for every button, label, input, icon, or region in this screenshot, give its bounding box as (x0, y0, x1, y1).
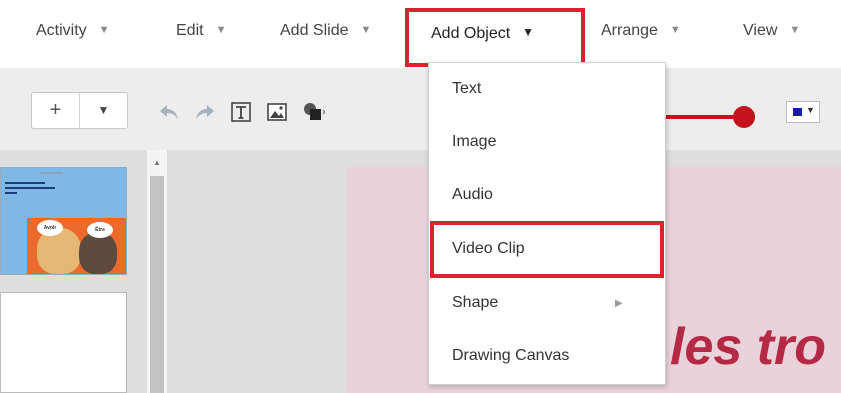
scrollbar-thumb[interactable] (150, 176, 164, 393)
menu-add-object-label: Add Object (431, 25, 511, 42)
chevron-down-icon: ▼ (669, 24, 681, 36)
chevron-down-icon: ▼ (360, 24, 372, 36)
color-swatch (793, 108, 802, 116)
menu-add-slide[interactable]: Add Slide ▼ (280, 22, 371, 46)
redo-icon[interactable] (193, 100, 217, 124)
shape-icon[interactable] (301, 100, 325, 124)
dropdown-item-drawing-canvas[interactable]: Drawing Canvas (429, 330, 665, 383)
menu-activity[interactable]: Activity ▼ (36, 22, 110, 46)
thumbnail-text-line (5, 182, 45, 184)
dropdown-item-audio[interactable]: Audio (429, 169, 665, 222)
dropdown-item-image[interactable]: Image (429, 116, 665, 169)
chevron-down-icon: ▼ (806, 105, 815, 115)
slide-title-text[interactable]: les tro (670, 317, 826, 377)
undo-icon[interactable] (157, 100, 181, 124)
stroke-width-slider-handle[interactable] (733, 106, 755, 128)
submenu-arrow-icon: ▶ (615, 298, 623, 309)
thumbnail-title-scribble: ~~~~~~~~ (39, 171, 63, 177)
add-button[interactable]: + (32, 93, 80, 128)
thumbnail-text-line (5, 187, 55, 189)
speech-bubble-left: Avoir (37, 220, 63, 236)
dropdown-item-label: Text (452, 80, 482, 97)
dropdown-item-text[interactable]: Text (429, 63, 665, 116)
chevron-down-icon: ▼ (215, 24, 227, 36)
cat-image (79, 232, 117, 274)
workspace: ~~~~~~~~ Avoir Être ▲ les tro (0, 150, 841, 393)
dropdown-item-label: Drawing Canvas (452, 347, 570, 364)
chevron-down-icon: ▼ (98, 24, 110, 36)
image-icon[interactable] (265, 100, 289, 124)
speech-bubble-right: Être (87, 222, 113, 238)
menu-add-slide-label: Add Slide (280, 22, 349, 39)
menu-edit[interactable]: Edit ▼ (176, 22, 226, 46)
slide-thumbnail-2[interactable] (0, 292, 127, 393)
menu-view[interactable]: View ▼ (743, 22, 800, 46)
dropdown-item-shape[interactable]: Shape ▶ (429, 277, 665, 330)
add-dropdown-button[interactable]: ▼ (80, 93, 127, 128)
add-split-button: + ▼ (31, 92, 128, 129)
text-box-icon[interactable] (229, 100, 253, 124)
menu-view-label: View (743, 22, 778, 39)
dropdown-item-label: Audio (452, 186, 493, 203)
toolbar: + ▼ ▼ (0, 68, 841, 150)
menu-edit-label: Edit (176, 22, 204, 39)
menu-add-object[interactable]: Add Object ▼ (405, 8, 585, 67)
dropdown-item-label: Shape (452, 294, 499, 311)
color-picker-button[interactable]: ▼ (786, 101, 820, 123)
menu-bar: Activity ▼ Edit ▼ Add Slide ▼ Add Object ▼ A… (0, 0, 841, 68)
menu-arrange-label: Arrange (601, 22, 658, 39)
slide-list-scrollbar[interactable]: ▲ (147, 150, 167, 393)
menu-arrange[interactable]: Arrange ▼ (601, 22, 681, 46)
video-clip-highlight-box (430, 221, 664, 278)
dropdown-item-label: Image (452, 133, 497, 150)
slide-thumbnail-1[interactable]: ~~~~~~~~ Avoir Être (0, 167, 127, 275)
chevron-down-icon: ▼ (789, 24, 801, 36)
menu-activity-label: Activity (36, 22, 87, 39)
thumbnail-text-line (5, 192, 17, 194)
chevron-down-icon: ▼ (522, 25, 535, 39)
scroll-up-icon[interactable]: ▲ (153, 158, 161, 167)
